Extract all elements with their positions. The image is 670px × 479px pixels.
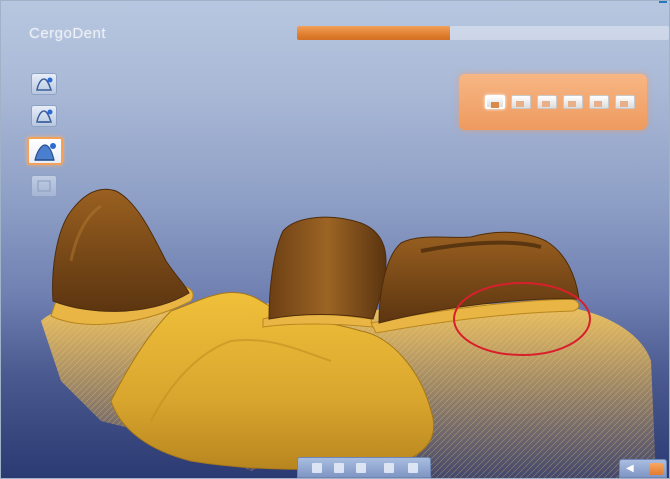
view-top-button[interactable] — [537, 95, 557, 109]
view-bottom-button[interactable] — [563, 95, 583, 109]
back-arrow-icon[interactable]: ◀ — [626, 464, 640, 474]
next-step-icon[interactable] — [649, 463, 663, 475]
preparation-view-button[interactable] — [31, 73, 57, 95]
step-navigation: ◀ — [619, 459, 667, 478]
reset-view-icon — [37, 180, 51, 192]
app-title: CergoDent — [29, 25, 107, 42]
view-back-icon — [516, 101, 524, 107]
zoom-icon[interactable] — [312, 463, 322, 473]
window-corner-indicator — [659, 1, 667, 3]
application-window: CergoDent ◀ — [0, 0, 670, 479]
settings-icon[interactable] — [408, 463, 418, 473]
view-orientation-panel — [459, 74, 647, 130]
view-front-button[interactable] — [485, 95, 505, 109]
progress-bar — [297, 26, 669, 40]
view-left-icon — [594, 101, 602, 107]
view-bottom-icon — [568, 101, 576, 107]
preparation-view-icon — [36, 77, 53, 91]
view-right-button[interactable] — [615, 95, 635, 109]
progress-fill — [297, 26, 450, 40]
model-view-button[interactable] — [31, 105, 57, 127]
view-front-icon — [491, 102, 499, 108]
crown-view-icon — [34, 143, 56, 161]
bottom-toolbar — [297, 457, 431, 478]
view-top-icon — [542, 101, 550, 107]
view-right-icon — [620, 101, 628, 107]
rotate-icon[interactable] — [334, 463, 344, 473]
reset-view-button[interactable] — [31, 175, 57, 197]
dental-model-scene[interactable] — [1, 1, 669, 478]
crown-view-button[interactable] — [27, 137, 63, 165]
3d-viewport[interactable]: CergoDent ◀ — [1, 1, 669, 478]
cut-icon[interactable] — [384, 463, 394, 473]
pan-icon[interactable] — [356, 463, 366, 473]
view-left-button[interactable] — [589, 95, 609, 109]
model-view-icon — [36, 109, 53, 123]
middle-crown — [268, 216, 387, 320]
view-back-button[interactable] — [511, 95, 531, 109]
